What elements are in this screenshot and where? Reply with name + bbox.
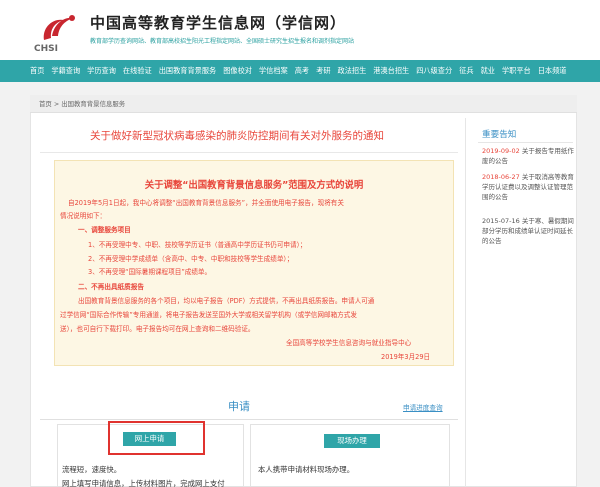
notice-line: 过学信网“国际合作传输”专用通道，将电子报告发送至国外大学或相关留学机构（或学信… (60, 311, 357, 319)
notice-line: 自2019年5月1日起，我中心将调整“出国教育背景信息服务”，并全面使用电子报告… (68, 199, 344, 207)
main-nav: 首页 学籍查询 学历查询 在线验证 出国教育背景服务 图像校对 学信档案 高考 … (0, 60, 600, 82)
nav-item-military[interactable]: 征兵 (459, 66, 473, 76)
online-apply-desc: 流程短，速度快。 (62, 465, 122, 474)
sidebar-item-date: 2019-09-02 (482, 147, 520, 155)
notice-line: 送），也可自行下载打印。电子报告均可在网上查询和二维码验证。 (60, 325, 255, 333)
nav-item-law-enrollment[interactable]: 政法招生 (338, 66, 367, 76)
nav-item-degree-query[interactable]: 学历查询 (87, 66, 116, 76)
notice-section-heading: 一、调整服务项目 (78, 226, 131, 234)
nav-item-home[interactable]: 首页 (30, 66, 44, 76)
nav-item-cet-score[interactable]: 四八级查分 (416, 66, 452, 76)
nav-item-japan[interactable]: 日本频道 (538, 66, 567, 76)
sidebar-notice-item[interactable]: 2018-06-27 关于取消高等教育学历认证费以及调整认证管理范围的公告 (482, 172, 574, 202)
notice-date: 2019年3月29日 (381, 353, 431, 361)
breadcrumb: 首页 > 出国教育背景信息服务 (30, 95, 577, 113)
column-divider (465, 118, 466, 487)
notice-line: 2、不再受理中学成绩单（含高中、中专、中职和技校等学生成绩单）； (88, 255, 294, 263)
notice-line: 情况说明如下： (60, 212, 107, 220)
notice-line: 1、不再受理中专、中职、技校等学历证书（普通高中学历证书仍可申请）； (88, 241, 307, 249)
covid-notice-link[interactable]: 关于做好新型冠状病毒感染的肺炎防控期间有关对外服务的通知 (90, 128, 384, 143)
notice-section-heading: 二、不再出具纸质报告 (78, 283, 144, 291)
notice-signature: 全国高等学校学生信息咨询与就业指导中心 (286, 339, 412, 347)
site-title: 中国高等教育学生信息网（学信网） (90, 14, 347, 32)
onsite-apply-desc: 本人携带申请材料现场办理。 (258, 465, 355, 474)
nav-item-image-check[interactable]: 图像校对 (223, 66, 252, 76)
highlight-box (108, 421, 205, 455)
notice-line: 3、不再受理“国际暑期课程项目”成绩单。 (88, 268, 212, 276)
onsite-apply-button[interactable]: 现场办理 (324, 434, 380, 448)
nav-item-online-verify[interactable]: 在线验证 (123, 66, 152, 76)
site-header: CHSI 中国高等教育学生信息网（学信网） 教育部学历查询网站、教育部高校招生阳… (0, 0, 600, 60)
sidebar-divider (478, 142, 573, 143)
breadcrumb-current: 出国教育背景信息服务 (61, 100, 126, 108)
nav-item-career-platform[interactable]: 学职平台 (502, 66, 531, 76)
sidebar-item-date: 2015-07-16 (482, 217, 520, 225)
sidebar-notice-item[interactable]: 2019-09-02 关于报告专用纸作废的公告 (482, 146, 574, 166)
apply-progress-link[interactable]: 申请进度查询 (403, 402, 443, 412)
nav-item-archive[interactable]: 学信档案 (259, 66, 288, 76)
nav-item-hmt-enrollment[interactable]: 港澳台招生 (373, 66, 409, 76)
divider (40, 152, 458, 153)
online-apply-desc: 网上填写申请信息，上传材料图片，完成网上支付 (62, 479, 225, 487)
notice-line: 出国教育背景信息服务的各个项目，均以电子报告（PDF）方式提供，不再出具纸质报告… (78, 297, 375, 305)
sidebar-item-date: 2018-06-27 (482, 173, 520, 181)
site-tagline: 教育部学历查询网站、教育部高校招生阳光工程指定网站、全国硕士研究生招生报名和调剂… (90, 38, 355, 45)
sidebar-title: 重要告知 (482, 130, 517, 140)
nav-item-gaokao[interactable]: 高考 (295, 66, 309, 76)
apply-section-title: 申请 (228, 400, 250, 413)
notice-title: 关于调整“出国教育背景信息服务”范围及方式的说明 (144, 180, 364, 191)
sidebar-notice-item[interactable]: 2015-07-16 关于寒、暑假期间部分学历和成绩单认证时间延长的公告 (482, 216, 574, 246)
logo-text: CHSI (34, 44, 58, 54)
nav-item-kaoyan[interactable]: 考研 (316, 66, 330, 76)
divider (40, 419, 458, 420)
breadcrumb-home[interactable]: 首页 (39, 100, 52, 108)
nav-item-enrollment-query[interactable]: 学籍查询 (51, 66, 80, 76)
nav-item-jobs[interactable]: 就业 (481, 66, 495, 76)
breadcrumb-separator: > (53, 100, 60, 108)
notice-box: 关于调整“出国教育背景信息服务”范围及方式的说明 (54, 160, 454, 366)
nav-item-overseas-service[interactable]: 出国教育背景服务 (159, 66, 217, 76)
